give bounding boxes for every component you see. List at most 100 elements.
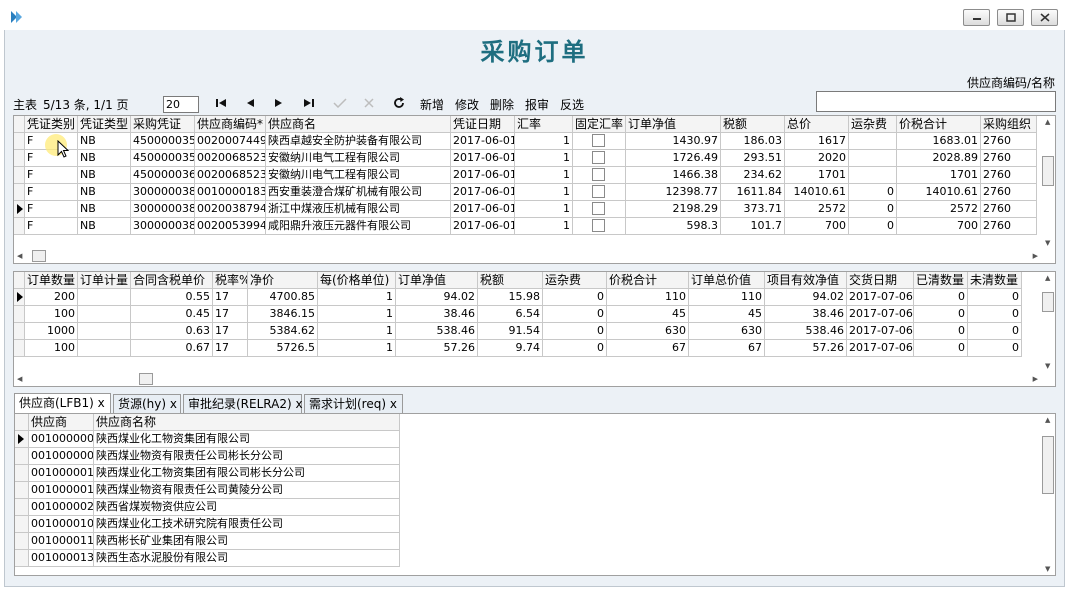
table-cell[interactable]: 0 xyxy=(849,184,897,201)
scroll-down-arrow-icon[interactable]: ▼ xyxy=(1045,239,1050,247)
table-cell[interactable]: 2760 xyxy=(981,133,1037,150)
table-cell[interactable]: 1000 xyxy=(25,323,78,340)
table-cell[interactable]: 2017-06-01 xyxy=(451,167,515,184)
row-selector[interactable] xyxy=(15,448,29,465)
column-header[interactable]: 价税合计 xyxy=(607,272,689,289)
table-cell[interactable]: 100 xyxy=(25,306,78,323)
scroll-left-arrow-icon[interactable]: ◀ xyxy=(17,252,22,260)
table-cell[interactable]: 0.45 xyxy=(131,306,213,323)
column-header[interactable]: 价税合计 xyxy=(897,116,981,133)
column-header[interactable]: 未清数量 xyxy=(968,272,1022,289)
table-cell[interactable]: 0010000183 xyxy=(195,184,266,201)
table-cell[interactable]: 700 xyxy=(897,218,981,235)
restore-button[interactable] xyxy=(997,9,1024,26)
row-selector[interactable] xyxy=(15,465,29,482)
table-cell[interactable]: 2198.29 xyxy=(626,201,721,218)
table-cell[interactable]: 234.62 xyxy=(721,167,785,184)
row-selector[interactable] xyxy=(15,550,29,567)
column-header[interactable]: 税额 xyxy=(721,116,785,133)
column-header[interactable]: 订单数量 xyxy=(25,272,78,289)
table-cell[interactable]: 3000000381 xyxy=(131,184,195,201)
table-cell[interactable]: 2760 xyxy=(981,218,1037,235)
table-cell[interactable] xyxy=(573,150,626,167)
column-header[interactable]: 订单总价值 xyxy=(689,272,765,289)
table-cell[interactable]: 2760 xyxy=(981,184,1037,201)
table-cell[interactable]: 4700.85 xyxy=(248,289,318,306)
minimize-button[interactable] xyxy=(963,9,990,26)
row-selector[interactable] xyxy=(14,340,25,357)
vertical-scroll-thumb[interactable] xyxy=(1042,156,1054,186)
table-cell[interactable]: 17 xyxy=(213,306,248,323)
table-cell[interactable]: 3846.15 xyxy=(248,306,318,323)
table-cell[interactable]: 110 xyxy=(689,289,765,306)
table-cell[interactable]: 0020053994 xyxy=(195,218,266,235)
table-cell[interactable]: 0010000011 xyxy=(29,465,94,482)
column-header[interactable]: 采购组织 xyxy=(981,116,1037,133)
table-cell[interactable]: 0010000108 xyxy=(29,516,94,533)
table-cell[interactable]: 1611.84 xyxy=(721,184,785,201)
table-cell[interactable]: 538.46 xyxy=(396,323,478,340)
table-cell[interactable]: 38.46 xyxy=(765,306,847,323)
fixed-rate-checkbox[interactable] xyxy=(592,151,605,164)
table-cell[interactable]: F xyxy=(25,218,78,235)
table-cell[interactable]: 2017-06-01 xyxy=(451,184,515,201)
table-cell[interactable]: NB xyxy=(78,133,131,150)
table-cell[interactable]: 17 xyxy=(213,340,248,357)
table-cell[interactable] xyxy=(78,306,131,323)
row-selector[interactable] xyxy=(14,133,25,150)
table-cell[interactable] xyxy=(78,289,131,306)
column-header[interactable]: 总价 xyxy=(785,116,849,133)
column-header[interactable]: 合同含税单价 xyxy=(131,272,213,289)
row-selector[interactable] xyxy=(14,184,25,201)
confirm-button[interactable] xyxy=(332,95,348,111)
table-cell[interactable]: 91.54 xyxy=(478,323,543,340)
table-cell[interactable]: 0 xyxy=(914,323,968,340)
table-cell[interactable]: 0 xyxy=(968,289,1022,306)
table-cell[interactable]: 0 xyxy=(849,218,897,235)
column-header[interactable]: 项目有效净值 xyxy=(765,272,847,289)
table-cell[interactable]: 9.74 xyxy=(478,340,543,357)
column-header[interactable]: 供应商编码* xyxy=(195,116,266,133)
cancel-button[interactable] xyxy=(362,95,376,111)
column-header[interactable]: 净价 xyxy=(248,272,318,289)
table-cell[interactable] xyxy=(573,133,626,150)
table-cell[interactable]: 1 xyxy=(515,133,573,150)
table-cell[interactable]: 浙江中煤液压机械有限公司 xyxy=(266,201,451,218)
column-header[interactable]: 供应商名称 xyxy=(94,414,400,431)
table-cell[interactable]: 0010000014 xyxy=(29,482,94,499)
vertical-scroll-thumb[interactable] xyxy=(1042,292,1054,312)
table-cell[interactable]: 1 xyxy=(318,340,396,357)
table-cell[interactable]: 5726.5 xyxy=(248,340,318,357)
scroll-down-arrow-icon[interactable]: ▼ xyxy=(1045,362,1050,370)
table-cell[interactable]: 0 xyxy=(543,340,607,357)
table-cell[interactable]: 2017-07-06 xyxy=(847,340,914,357)
table-cell[interactable]: 陕西彬长矿业集团有限公司 xyxy=(94,533,400,550)
tab-approval-log[interactable]: 审批纪录(RELRA2) x xyxy=(183,394,303,413)
page-size-input[interactable]: 20 xyxy=(163,96,199,113)
table-cell[interactable]: 17 xyxy=(213,323,248,340)
table-cell[interactable] xyxy=(573,201,626,218)
row-selector[interactable] xyxy=(14,289,25,306)
column-header[interactable]: 汇率 xyxy=(515,116,573,133)
table-cell[interactable]: 0010000028 xyxy=(29,499,94,516)
tab-demand-plan[interactable]: 需求计划(req) x xyxy=(304,394,403,413)
table-cell[interactable]: 630 xyxy=(607,323,689,340)
fixed-rate-checkbox[interactable] xyxy=(592,168,605,181)
row-selector[interactable] xyxy=(15,499,29,516)
table-cell[interactable]: 陕西煤业物资有限责任公司彬长分公司 xyxy=(94,448,400,465)
table-cell[interactable]: 110 xyxy=(607,289,689,306)
table-cell[interactable]: 1 xyxy=(515,167,573,184)
table-cell[interactable]: 0 xyxy=(968,340,1022,357)
column-header[interactable]: 交货日期 xyxy=(847,272,914,289)
table-cell[interactable]: 0020068523 xyxy=(195,150,266,167)
table-cell[interactable]: 0.55 xyxy=(131,289,213,306)
column-header[interactable]: 订单净值 xyxy=(396,272,478,289)
table-cell[interactable]: 0 xyxy=(543,323,607,340)
table-cell[interactable]: 1726.49 xyxy=(626,150,721,167)
table-cell[interactable]: 4500000356 xyxy=(131,133,195,150)
table-cell[interactable]: 1 xyxy=(318,306,396,323)
table-cell[interactable] xyxy=(573,218,626,235)
table-cell[interactable]: 14010.61 xyxy=(897,184,981,201)
table-cell[interactable]: 0 xyxy=(968,306,1022,323)
table-cell[interactable]: 安徽纳川电气工程有限公司 xyxy=(266,167,451,184)
